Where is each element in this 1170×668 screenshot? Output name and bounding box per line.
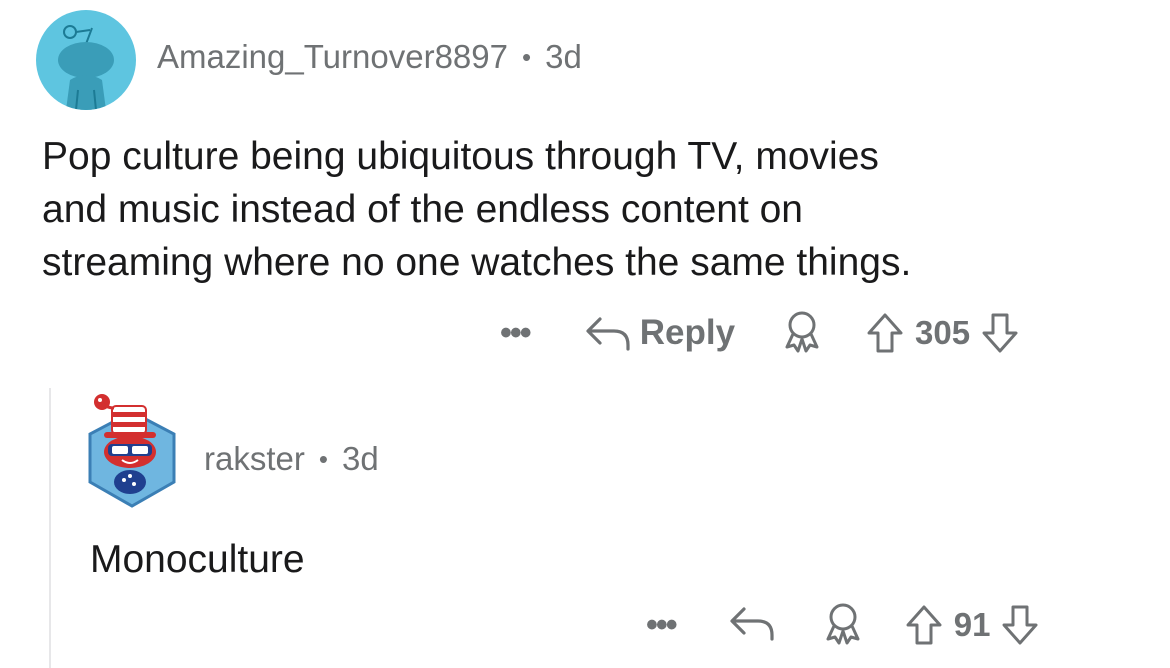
upvote-arrow-icon[interactable] [865,311,905,355]
parent-username[interactable]: Amazing_Turnover8897 [157,38,508,76]
reply-age: 3d [341,440,379,477]
more-options-button[interactable]: ••• [500,314,532,353]
reply-username[interactable]: rakster [204,440,305,478]
vote-controls: 305 [865,311,1020,355]
parent-body: Pop culture being ubiquitous through TV,… [42,130,911,289]
reply-arrow-icon[interactable] [728,603,776,648]
parent-meta: Amazing_Turnover8897 • 3d [157,38,582,76]
snoo-avatar-icon[interactable] [36,10,136,110]
reply-label: Reply [639,313,736,352]
patriotic-snoo-avatar-icon[interactable] [86,390,178,510]
reply-arrow-icon [584,313,632,353]
award-icon[interactable] [779,309,825,358]
thread-line[interactable] [49,388,51,668]
reply-body: Monoculture [90,538,305,581]
downvote-arrow-icon[interactable] [1000,603,1040,647]
parent-body-line: and music instead of the endless content… [42,188,803,231]
vote-score: 91 [953,606,991,643]
meta-separator: • [521,41,532,72]
parent-body-line: streaming where no one watches the same … [42,241,912,284]
parent-actions: ••• Reply 305 [500,308,1020,358]
reply-meta: rakster • 3d [204,440,379,478]
reply-actions: ••• 91 [646,600,1040,650]
downvote-arrow-icon[interactable] [980,311,1020,355]
more-options-button[interactable]: ••• [646,606,678,645]
award-icon[interactable] [820,601,866,650]
reply-button[interactable]: Reply [584,313,735,353]
parent-age: 3d [545,38,582,75]
parent-body-line: Pop culture being ubiquitous through TV,… [42,135,879,178]
meta-separator: • [318,443,328,474]
upvote-arrow-icon[interactable] [904,603,944,647]
vote-controls: 91 [904,603,1041,647]
vote-score: 305 [915,314,971,351]
